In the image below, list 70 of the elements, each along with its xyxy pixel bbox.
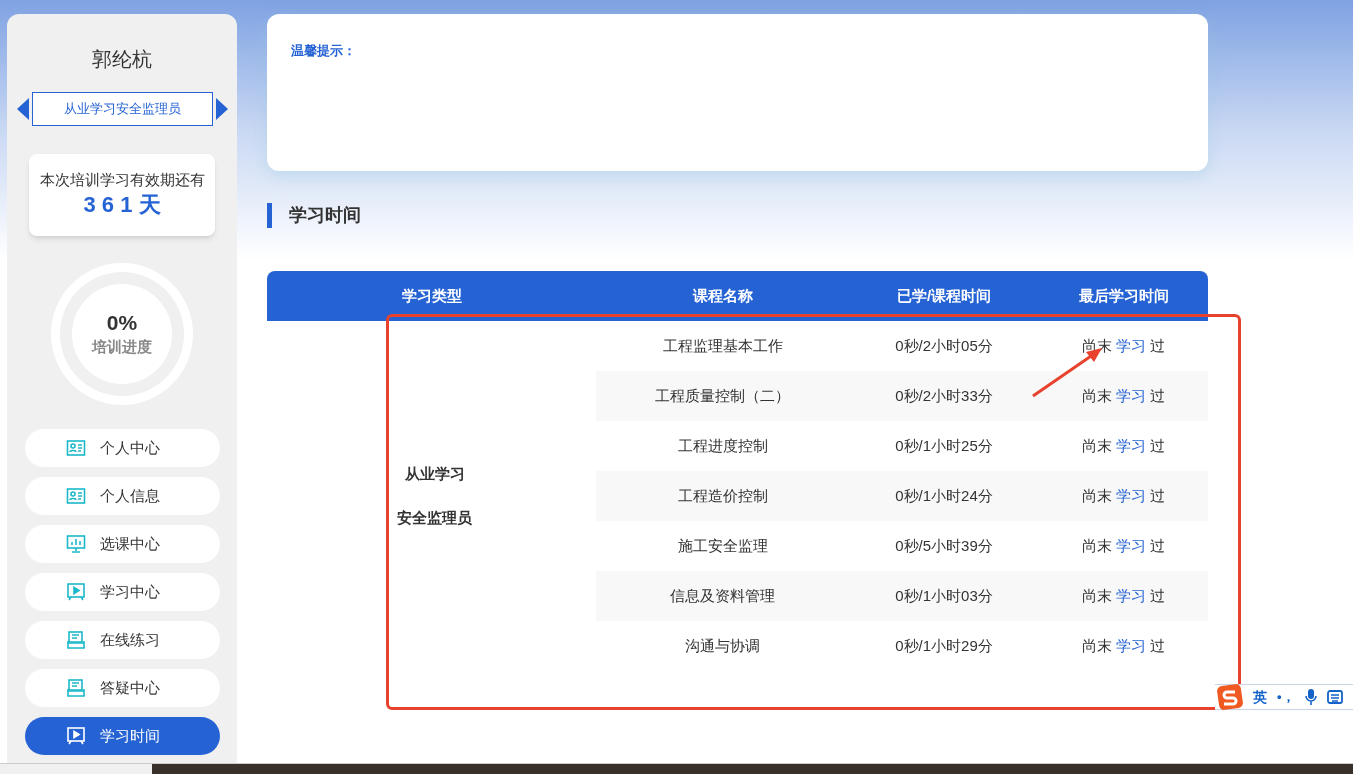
study-time-cell: 0秒/1小时29分 xyxy=(849,621,1039,671)
nav-item[interactable]: 在线练习 xyxy=(24,621,220,659)
play-screen-icon xyxy=(65,726,86,746)
study-time-cell: 0秒/2小时33分 xyxy=(849,371,1039,421)
document-tray-icon xyxy=(65,678,86,698)
study-time-cell: 0秒/1小时03分 xyxy=(849,571,1039,621)
nav-item[interactable]: 个人中心 xyxy=(24,429,220,467)
column-header: 已学/课程时间 xyxy=(849,271,1039,321)
keyboard-icon[interactable] xyxy=(1326,690,1343,704)
study-link[interactable]: 学习 xyxy=(1116,486,1146,504)
study-time-cell: 0秒/5小时39分 xyxy=(849,521,1039,571)
study-time-cell: 0秒/2小时05分 xyxy=(849,321,1039,371)
validity-label: 本次培训学习有效期还有 xyxy=(39,170,205,190)
play-screen-icon xyxy=(65,582,86,602)
column-header: 最后学习时间 xyxy=(1039,271,1208,321)
right-arrow-icon[interactable] xyxy=(215,98,228,120)
study-type-text: 安全监理员 xyxy=(397,508,472,528)
id-card-icon xyxy=(65,486,86,506)
course-name-cell: 工程进度控制 xyxy=(596,421,849,471)
input-mode-toggle[interactable]: 英 xyxy=(1253,686,1267,708)
study-link[interactable]: 学习 xyxy=(1116,636,1146,654)
status-text: 过 xyxy=(1150,536,1166,554)
status-text: 尚末 xyxy=(1081,536,1112,554)
study-link[interactable]: 学习 xyxy=(1116,536,1146,554)
study-link[interactable]: 学习 xyxy=(1116,386,1146,404)
s-logo-icon[interactable] xyxy=(1217,684,1243,710)
course-name-cell: 施工安全监理 xyxy=(596,521,849,571)
microphone-icon[interactable] xyxy=(1304,688,1317,706)
days-remaining: 3 6 1 天 xyxy=(83,191,161,219)
document-tray-icon xyxy=(65,630,86,650)
study-type-text: 从业学习 xyxy=(404,463,465,484)
status-text: 过 xyxy=(1150,336,1166,354)
user-name: 郭纶杭 xyxy=(92,47,152,72)
nav-item[interactable]: 学习中心 xyxy=(24,573,220,611)
column-header: 课程名称 xyxy=(596,271,849,321)
monitor-icon xyxy=(65,534,86,554)
study-link[interactable]: 学习 xyxy=(1116,436,1146,454)
punctuation-toggle[interactable]: •， xyxy=(1277,687,1295,707)
study-link[interactable]: 学习 xyxy=(1116,336,1146,354)
study-time-cell: 0秒/1小时25分 xyxy=(849,421,1039,471)
status-text: 尚末 xyxy=(1081,386,1112,404)
status-text: 尚末 xyxy=(1081,586,1112,604)
status-text: 尚末 xyxy=(1081,486,1112,504)
course-name-cell: 工程造价控制 xyxy=(596,471,849,521)
progress-percent: 0% xyxy=(106,309,138,336)
column-header: 学习类型 xyxy=(267,271,596,321)
status-text: 过 xyxy=(1150,586,1166,604)
status-text: 过 xyxy=(1150,386,1166,404)
status-text: 尚末 xyxy=(1081,636,1112,654)
status-text: 过 xyxy=(1150,436,1166,454)
status-text: 过 xyxy=(1150,486,1166,504)
left-arrow-icon[interactable] xyxy=(16,98,29,120)
course-name-cell: 沟通与协调 xyxy=(596,621,849,671)
nav-item[interactable]: 答疑中心 xyxy=(24,669,220,707)
progress-label: 培训进度 xyxy=(92,336,152,357)
section-title: 学习时间 xyxy=(289,203,361,227)
study-time-cell: 0秒/1小时24分 xyxy=(849,471,1039,521)
status-text: 过 xyxy=(1150,636,1166,654)
nav-item[interactable]: 个人信息 xyxy=(24,477,220,515)
nav-item[interactable]: 选课中心 xyxy=(24,525,220,563)
course-name-cell: 信息及资料管理 xyxy=(596,571,849,621)
role-selector[interactable]: 从业学习安全监理员 xyxy=(31,92,213,126)
study-link[interactable]: 学习 xyxy=(1116,586,1146,604)
tip-title: 温馨提示： xyxy=(291,43,356,58)
heading-accent-bar xyxy=(267,202,272,228)
nav-item[interactable]: 学习时间 xyxy=(24,717,220,755)
status-text: 尚末 xyxy=(1081,436,1112,454)
id-card-icon xyxy=(65,438,86,458)
course-name-cell: 工程质量控制（二） xyxy=(596,371,849,421)
course-name-cell: 工程监理基本工作 xyxy=(596,321,849,371)
